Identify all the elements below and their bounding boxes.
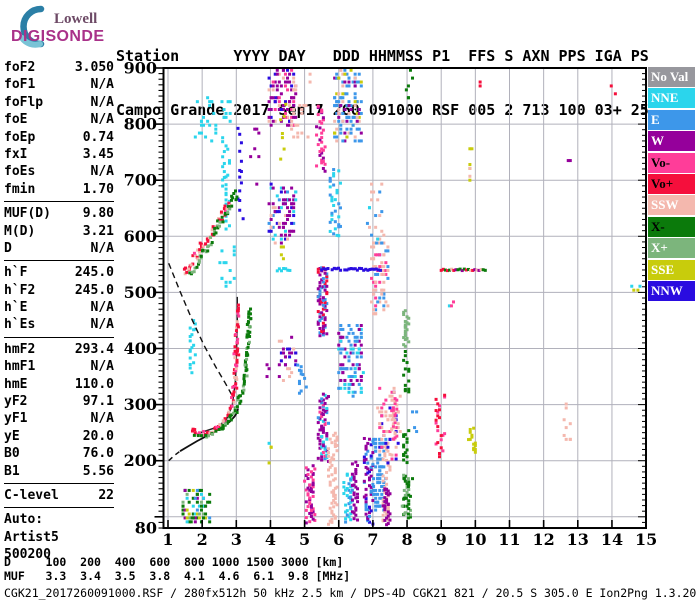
x-axis-label-7: 7 [367, 530, 378, 549]
legend-item-no-val: No Val [648, 67, 695, 87]
y-axis-label-800: 800 [124, 115, 157, 134]
legend-item-sse: SSE [648, 259, 695, 280]
x-axis-label-4: 4 [265, 530, 276, 549]
legend-item-ssw: SSW [648, 195, 695, 216]
legend-item-vo-: Vo- [648, 152, 695, 173]
legend-item-x-: X+ [648, 238, 695, 259]
x-axis-label-3: 3 [231, 530, 242, 549]
y-axis-label-200: 200 [124, 451, 157, 470]
legend-item-vo-: Vo+ [648, 173, 695, 194]
x-axis-label-5: 5 [299, 530, 310, 549]
y-axis-label-500: 500 [124, 283, 157, 302]
x-axis-label-12: 12 [533, 530, 555, 549]
y-axis-label-80: 80 [135, 519, 157, 538]
y-axis-label-300: 300 [124, 395, 157, 414]
x-axis-label-13: 13 [567, 530, 589, 549]
x-axis-label-1: 1 [162, 530, 173, 549]
distance-row: D 100 200 400 600 800 1000 1500 3000 [km… [4, 555, 344, 569]
x-axis-label-2: 2 [197, 530, 208, 549]
y-axis-label-900: 900 [124, 59, 157, 78]
y-axis-label-700: 700 [124, 171, 157, 190]
x-axis-label-11: 11 [498, 530, 520, 549]
x-axis-label-15: 15 [635, 530, 657, 549]
y-axis-label-600: 600 [124, 227, 157, 246]
ionogram-plot: 900800700600500400300200801 2 3 4 5 6 7 8 9 10 11 1… [124, 59, 658, 550]
legend-item-nnw: NNW [648, 280, 695, 301]
legend-item-e: E [648, 109, 695, 130]
legend-item-nne: NNE [648, 88, 695, 109]
x-axis-label-10: 10 [464, 530, 486, 549]
y-axis-label-400: 400 [124, 339, 157, 358]
x-axis-label-6: 6 [333, 530, 344, 549]
ionogram-page: { "logo": {"line1": "Lowell", "line2": "… [0, 0, 700, 600]
legend-item-x-: X- [648, 216, 695, 237]
legend-item-w: W [648, 131, 695, 152]
x-axis-label-9: 9 [436, 530, 447, 549]
echo-status-legend: No Val NNE E W Vo- Vo+ SSW X- X+ SSE NNW [648, 67, 695, 302]
x-axis-label-8: 8 [401, 530, 412, 549]
file-info-line: CGK21_2017260091000.RSF / 280fx512h 50 k… [4, 586, 697, 600]
x-axis-label-14: 14 [601, 530, 623, 549]
muf-row: MUF 3.3 3.4 3.5 3.8 4.1 4.6 6.1 9.8 [MHz… [4, 569, 351, 583]
